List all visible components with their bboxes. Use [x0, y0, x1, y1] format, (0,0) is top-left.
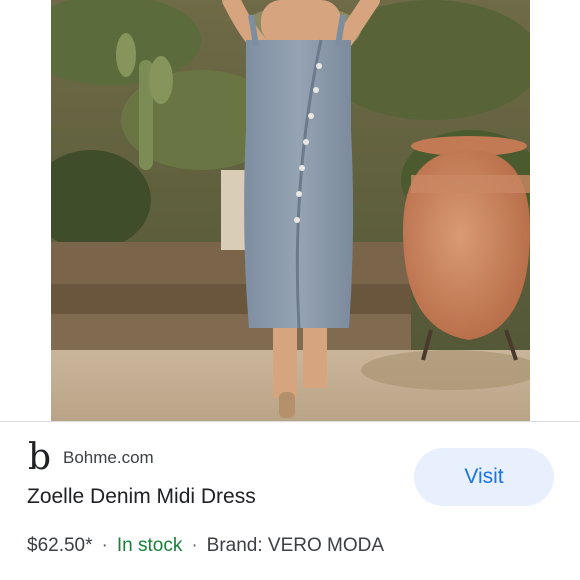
source-row[interactable]: b Bohme.com: [28, 440, 154, 476]
brand-label: Brand: VERO MODA: [206, 535, 385, 556]
product-title[interactable]: Zoelle Denim Midi Dress: [27, 485, 256, 509]
product-info-row: $62.50* · In stock · Brand: VERO MODA: [27, 535, 384, 557]
source-name[interactable]: Bohme.com: [63, 448, 154, 468]
visit-button[interactable]: Visit: [414, 448, 554, 506]
separator: ·: [101, 535, 108, 556]
bohme-logo-icon: b: [28, 437, 52, 478]
price: $62.50*: [27, 535, 93, 556]
separator: ·: [191, 535, 198, 556]
stock-status: In stock: [116, 535, 183, 556]
product-image-area: [0, 0, 580, 421]
product-photo[interactable]: [51, 0, 530, 421]
product-photo-illustration: [51, 0, 530, 421]
